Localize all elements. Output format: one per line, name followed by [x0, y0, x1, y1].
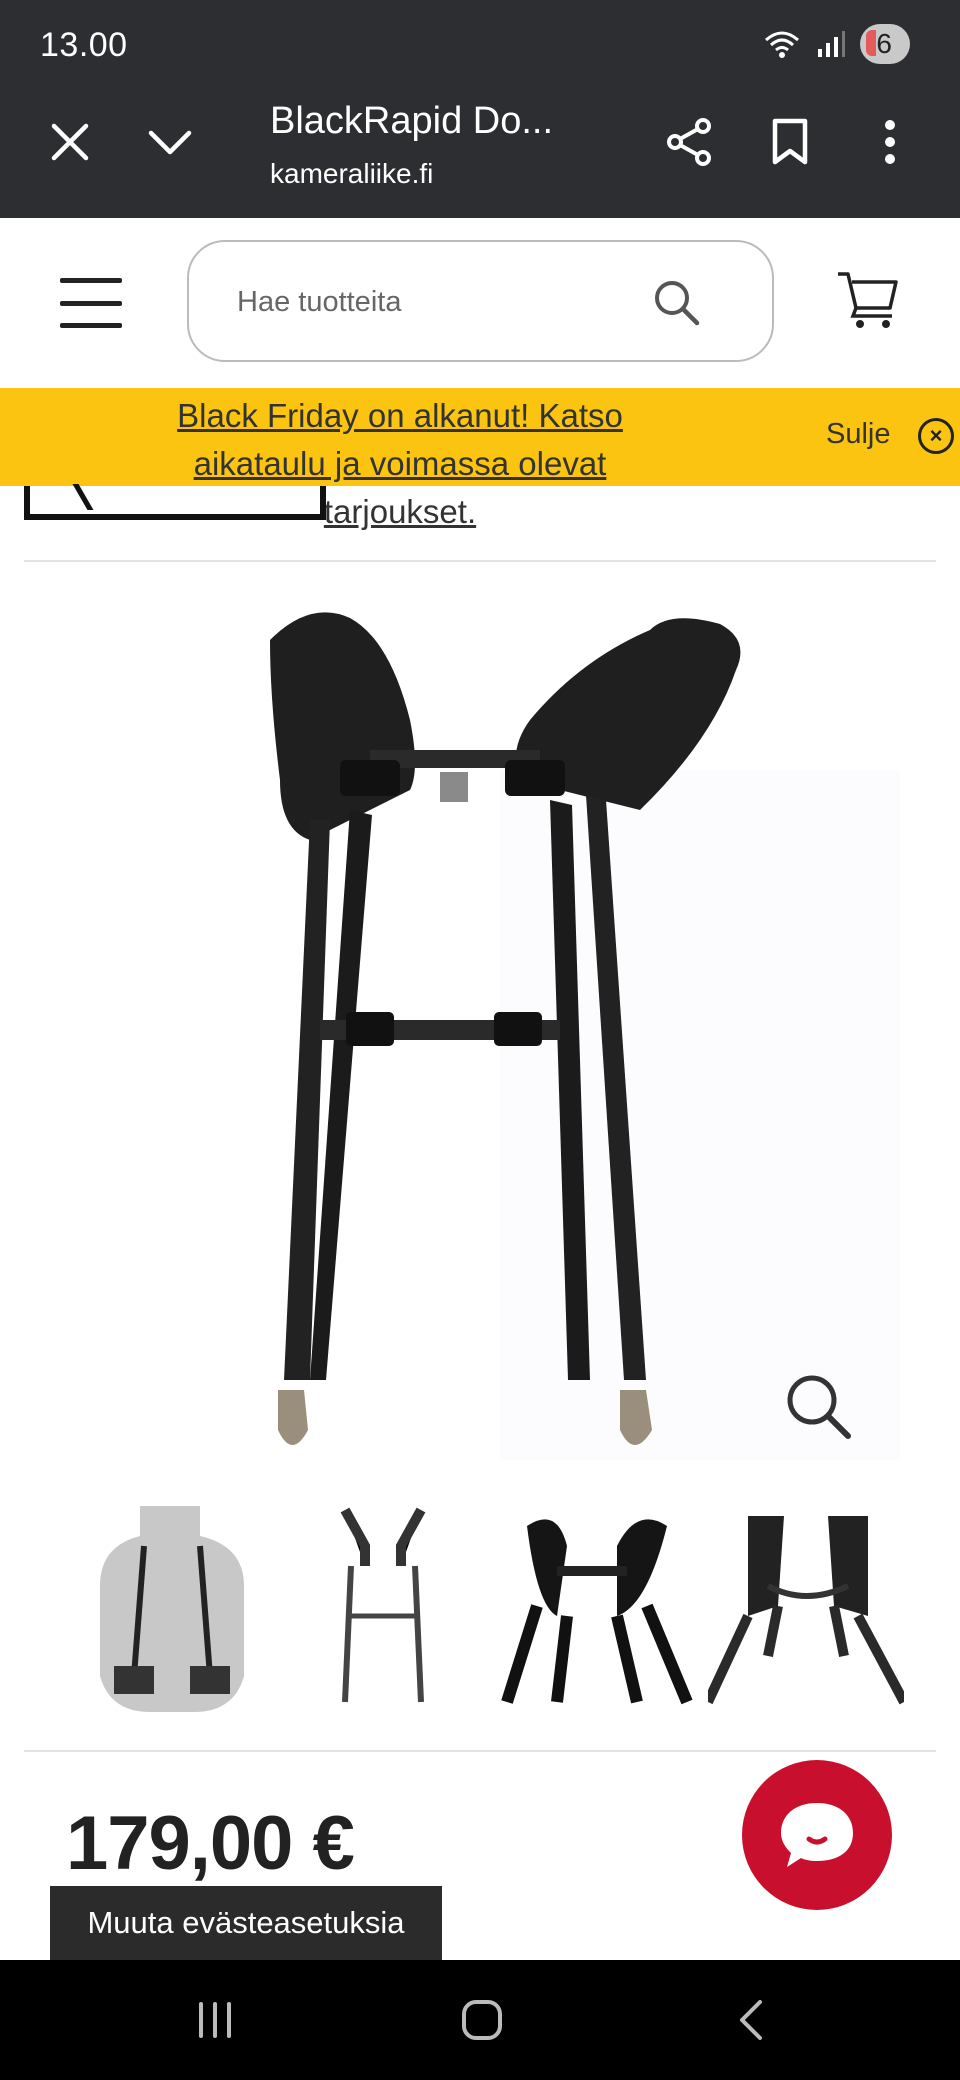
thumbnail-3[interactable] [497, 1506, 693, 1712]
search-icon[interactable] [652, 278, 702, 328]
status-icons: 6 [762, 24, 910, 64]
close-tab-button[interactable] [38, 110, 102, 174]
tab-title: BlackRapid Do... [270, 100, 554, 142]
thumbnail-2[interactable] [285, 1506, 481, 1712]
browser-chrome: 13.00 6 BlackRapid Do... kameraliike.fi [0, 0, 960, 218]
minimize-tab-button[interactable] [138, 110, 202, 174]
bookmark-button[interactable] [758, 110, 822, 174]
back-icon [740, 2000, 762, 2040]
cookie-settings-button[interactable]: Muuta evästeasetuksia [50, 1886, 442, 1960]
site-header [0, 218, 960, 388]
chevron-down-icon [148, 130, 192, 155]
share-icon [667, 118, 711, 166]
home-button[interactable] [447, 1990, 517, 2050]
more-vert-icon [885, 120, 895, 164]
recents-icon [199, 2002, 231, 2038]
chat-icon [781, 1803, 853, 1867]
circle-x-icon[interactable]: × [918, 418, 954, 454]
close-icon [51, 123, 89, 161]
product-image[interactable] [250, 600, 900, 1460]
thumbnail-1[interactable] [74, 1506, 270, 1712]
search-bar[interactable] [187, 240, 774, 362]
menu-icon[interactable] [60, 278, 122, 328]
recents-button[interactable] [180, 1990, 250, 2050]
system-nav-bar [0, 1960, 960, 2080]
signal-icon [818, 31, 846, 57]
cart-icon[interactable] [836, 268, 900, 332]
product-price: 179,00 € [66, 1801, 355, 1886]
promo-banner: Black Friday on alkanut! Katso aikataulu… [0, 388, 960, 530]
chat-button[interactable] [742, 1760, 892, 1910]
bookmark-icon [772, 118, 808, 165]
divider [24, 1750, 936, 1752]
tab-url[interactable]: kameraliike.fi [270, 158, 433, 190]
battery-indicator: 6 [860, 24, 910, 64]
share-button[interactable] [658, 110, 722, 174]
thumbnail-4[interactable] [707, 1506, 904, 1712]
back-button[interactable] [716, 1990, 786, 2050]
thumbnail-strip [74, 1506, 904, 1712]
more-options-button[interactable] [858, 110, 922, 174]
promo-close-label[interactable]: Sulje [826, 418, 891, 451]
search-input[interactable] [237, 280, 637, 324]
store-logo[interactable] [24, 486, 326, 520]
wifi-icon [765, 31, 800, 58]
status-time: 13.00 [40, 26, 128, 64]
divider [24, 560, 936, 562]
home-icon [462, 2000, 502, 2040]
zoom-icon[interactable] [784, 1372, 854, 1442]
